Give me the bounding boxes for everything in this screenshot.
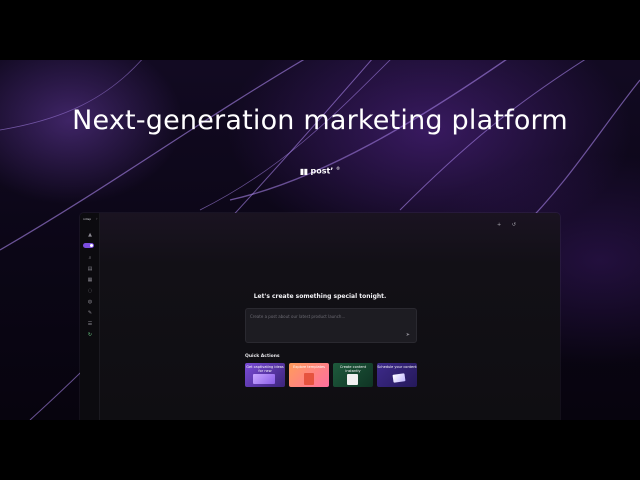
prompt-input[interactable]: Create a post about our latest product l… — [245, 308, 417, 343]
logo-mark-icon: ▮▮ — [299, 166, 308, 176]
quick-action-templates[interactable]: Explore templates — [289, 363, 329, 387]
quick-action-ideas[interactable]: Get captivating ideas for new — [245, 363, 285, 387]
hero-banner: Next-generation marketing platform ▮▮ po… — [0, 60, 640, 420]
welcome-headline: Let's create something special tonight. — [253, 293, 387, 300]
quick-action-schedule[interactable]: Schedule your content — [377, 363, 417, 387]
prompt-placeholder: Create a post about our latest product l… — [250, 314, 346, 319]
logo-trademark: ® — [336, 166, 341, 171]
history-icon[interactable]: ↺ — [512, 222, 516, 228]
grid-icon[interactable]: ▦ — [85, 276, 95, 284]
quick-actions-label: Quick Actions — [245, 354, 280, 359]
hero-title: Next-generation marketing platform — [72, 105, 568, 136]
library-icon[interactable]: ☰ — [85, 320, 95, 328]
search-icon[interactable]: ⌕ — [85, 254, 95, 262]
brand-logo: ▮▮ postʼ ® — [0, 166, 640, 176]
content-art-icon — [347, 374, 358, 385]
mode-toggle[interactable] — [83, 243, 94, 248]
calendar-icon[interactable]: ▤ — [85, 265, 95, 273]
templates-art-icon — [304, 373, 314, 385]
quick-action-label: Get captivating ideas for new — [246, 365, 284, 373]
send-icon[interactable]: ➤ — [406, 332, 410, 338]
topbar-actions: + ↺ — [488, 222, 516, 228]
collapse-sidebar-icon[interactable]: › — [96, 216, 98, 221]
power-icon[interactable]: ↻ — [85, 331, 95, 339]
quick-action-label: Explore templates — [293, 365, 325, 369]
app-window: ndisp › ▲ ⌕ ▤ ▦ ◌ ◍ ✎ ☰ ↻ + ↺ Let's crea… — [80, 213, 560, 420]
home-icon[interactable]: ▲ — [85, 231, 95, 239]
ideas-art-icon — [253, 374, 275, 384]
sidebar: ndisp › ▲ ⌕ ▤ ▦ ◌ ◍ ✎ ☰ ↻ — [80, 213, 100, 420]
logo-text: postʼ — [310, 166, 334, 176]
quick-action-label: Schedule your content — [377, 365, 417, 369]
plus-icon[interactable]: + — [497, 222, 501, 228]
quick-action-content[interactable]: Create content instantly — [333, 363, 373, 387]
app-brand: ndisp — [83, 217, 92, 221]
edit-icon[interactable]: ✎ — [85, 309, 95, 317]
quick-action-label: Create content instantly — [339, 365, 367, 373]
schedule-art-icon — [392, 373, 406, 383]
